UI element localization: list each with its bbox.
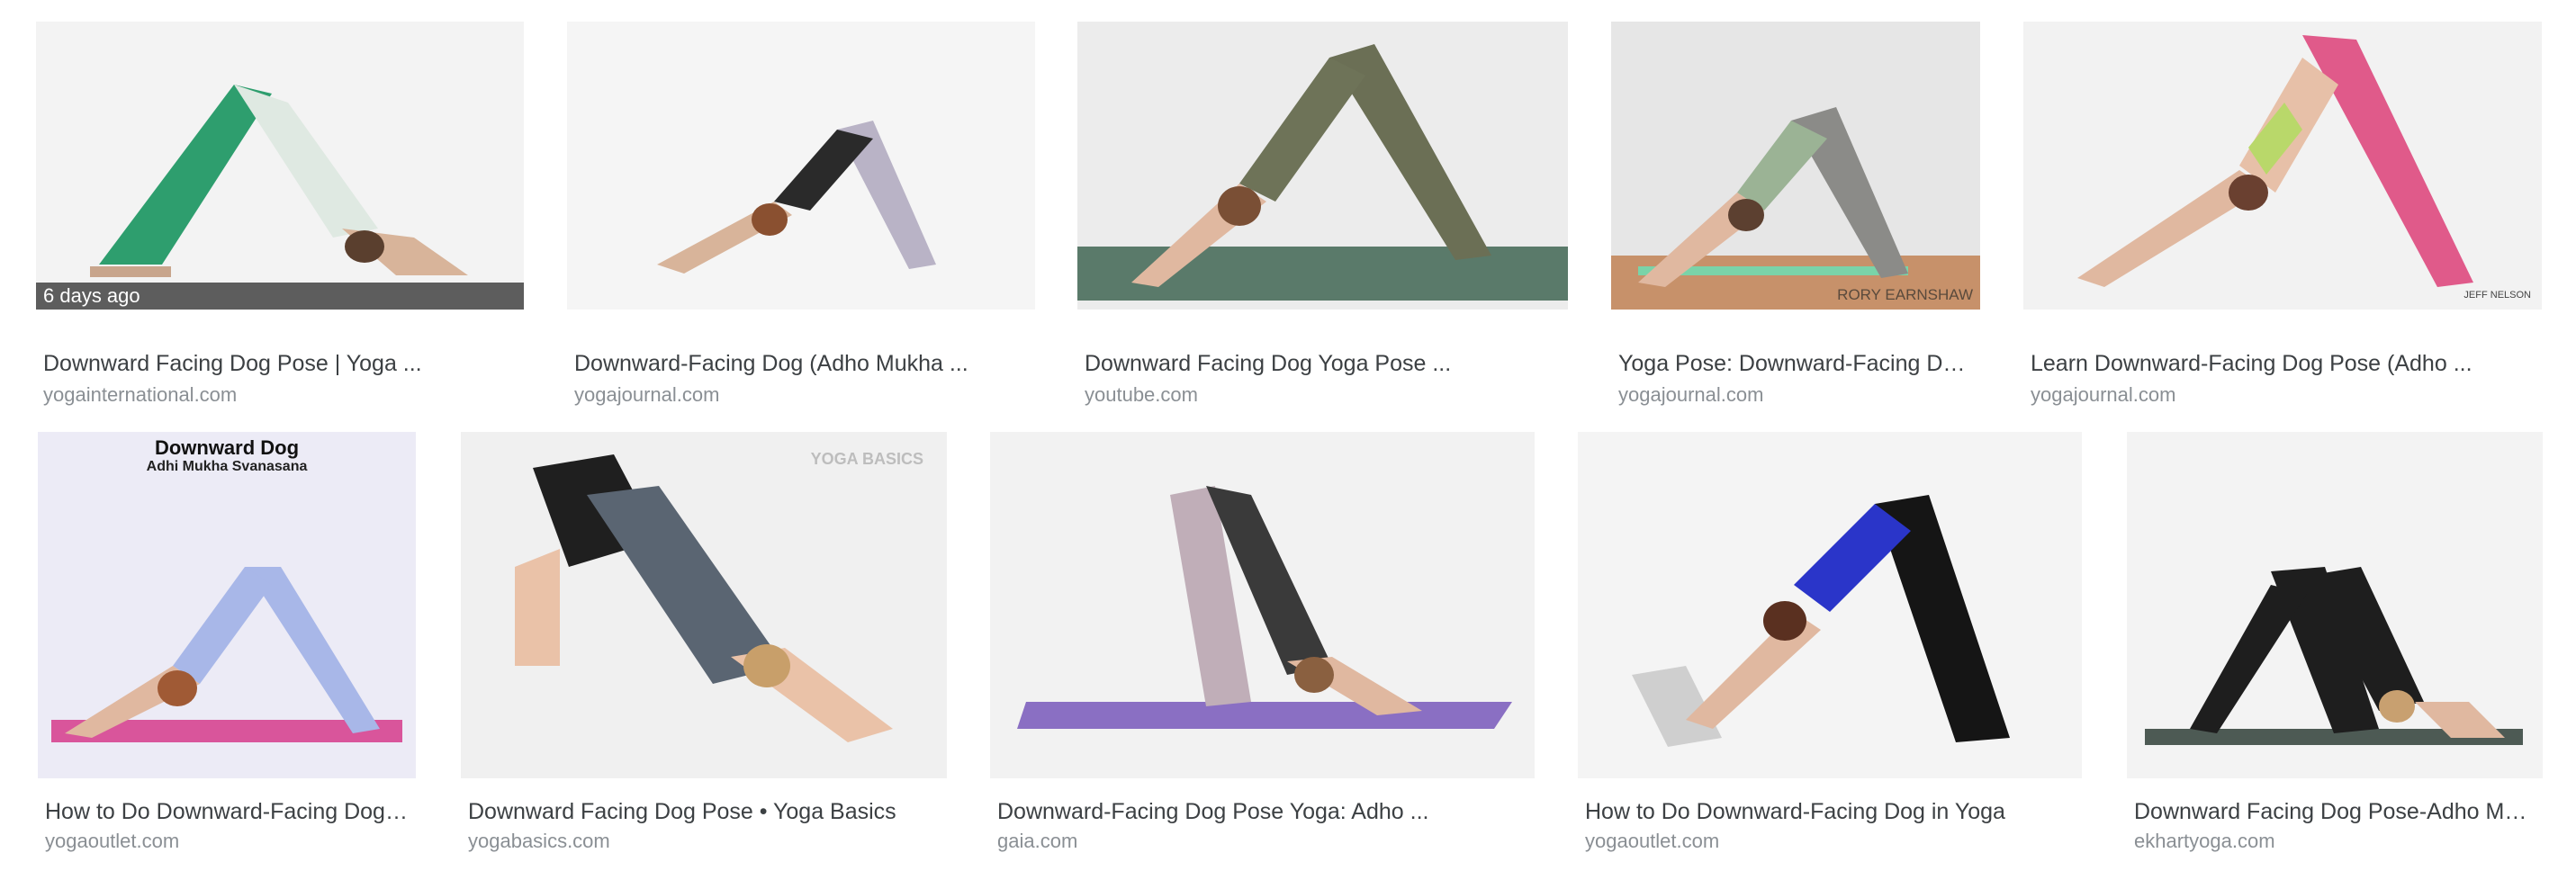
result-title[interactable]: Yoga Pose: Downward-Facing Dog... [1618, 351, 1973, 377]
result-title[interactable]: Downward Facing Dog Yoga Pose ... [1085, 351, 1561, 377]
result-source[interactable]: yogabasics.com [468, 830, 610, 853]
image-result-7[interactable]: YOGA BASICS Downward Facing Dog Pose • Y… [461, 432, 947, 852]
result-thumbnail[interactable]: 6 days ago [36, 22, 524, 310]
result-thumbnail[interactable] [1077, 22, 1568, 310]
image-result-10[interactable]: Downward Facing Dog Pose-Adho Muk... ekh… [2127, 432, 2543, 852]
downward-dog-image [2077, 35, 2473, 287]
image-watermark: RORY EARNSHAW [1837, 286, 1973, 303]
downward-dog-image [657, 121, 936, 274]
result-thumbnail[interactable] [2127, 432, 2543, 778]
image-watermark: JEFF NELSON [2463, 290, 2531, 301]
result-source[interactable]: gaia.com [997, 830, 1077, 853]
result-source[interactable]: yogainternational.com [43, 383, 237, 407]
downward-dog-image [1017, 486, 1512, 729]
image-result-9[interactable]: How to Do Downward-Facing Dog in Yoga yo… [1578, 432, 2082, 852]
result-title[interactable]: How to Do Downward-Facing Dog i... [45, 799, 409, 825]
result-title[interactable]: How to Do Downward-Facing Dog in Yoga [1585, 799, 2075, 825]
image-subheading: Adhi Mukha Svanasana [146, 459, 308, 474]
time-badge: 6 days ago [36, 283, 524, 310]
downward-dog-image [2145, 567, 2523, 745]
image-result-5[interactable]: JEFF NELSON Learn Downward-Facing Dog Po… [2023, 22, 2542, 406]
result-title[interactable]: Downward-Facing Dog (Adho Mukha ... [574, 351, 1028, 377]
image-result-6[interactable]: Downward Dog Adhi Mukha Svanasana How to… [38, 432, 416, 852]
result-source[interactable]: yogajournal.com [1618, 383, 1763, 407]
result-thumbnail[interactable] [567, 22, 1035, 310]
downward-dog-image [1632, 495, 2010, 747]
downward-dog-image [515, 454, 893, 742]
image-result-4[interactable]: RORY EARNSHAW Yoga Pose: Downward-Facing… [1611, 22, 1980, 406]
downward-dog-image [90, 85, 468, 277]
result-source[interactable]: yogajournal.com [574, 383, 719, 407]
result-source[interactable]: youtube.com [1085, 383, 1198, 407]
result-thumbnail[interactable] [990, 432, 1535, 778]
result-title[interactable]: Downward Facing Dog Pose | Yoga ... [43, 351, 517, 377]
image-result-3[interactable]: Downward Facing Dog Yoga Pose ... youtub… [1077, 22, 1568, 406]
result-thumbnail[interactable]: RORY EARNSHAW [1611, 22, 1980, 310]
result-thumbnail[interactable]: YOGA BASICS [461, 432, 947, 778]
result-source[interactable]: yogaoutlet.com [45, 830, 179, 853]
result-thumbnail[interactable]: JEFF NELSON [2023, 22, 2542, 310]
image-result-1[interactable]: 6 days ago Downward Facing Dog Pose | Yo… [36, 22, 524, 406]
downward-dog-image [1611, 107, 1980, 310]
result-title[interactable]: Downward Facing Dog Pose-Adho Muk... [2134, 799, 2535, 825]
downward-dog-image [1077, 44, 1568, 301]
downward-dog-image [51, 567, 402, 742]
result-source[interactable]: yogajournal.com [2031, 383, 2175, 407]
image-heading: Downward Dog [154, 436, 300, 459]
result-thumbnail[interactable] [1578, 432, 2082, 778]
image-result-2[interactable]: Downward-Facing Dog (Adho Mukha ... yoga… [567, 22, 1035, 406]
result-source[interactable]: yogaoutlet.com [1585, 830, 1719, 853]
image-watermark: YOGA BASICS [810, 450, 923, 468]
result-title[interactable]: Downward Facing Dog Pose • Yoga Basics [468, 799, 940, 825]
result-title[interactable]: Downward-Facing Dog Pose Yoga: Adho ... [997, 799, 1527, 825]
image-result-8[interactable]: Downward-Facing Dog Pose Yoga: Adho ... … [990, 432, 1535, 852]
result-source[interactable]: ekhartyoga.com [2134, 830, 2275, 853]
result-title[interactable]: Learn Downward-Facing Dog Pose (Adho ... [2031, 351, 2535, 377]
result-thumbnail[interactable]: Downward Dog Adhi Mukha Svanasana [38, 432, 416, 778]
